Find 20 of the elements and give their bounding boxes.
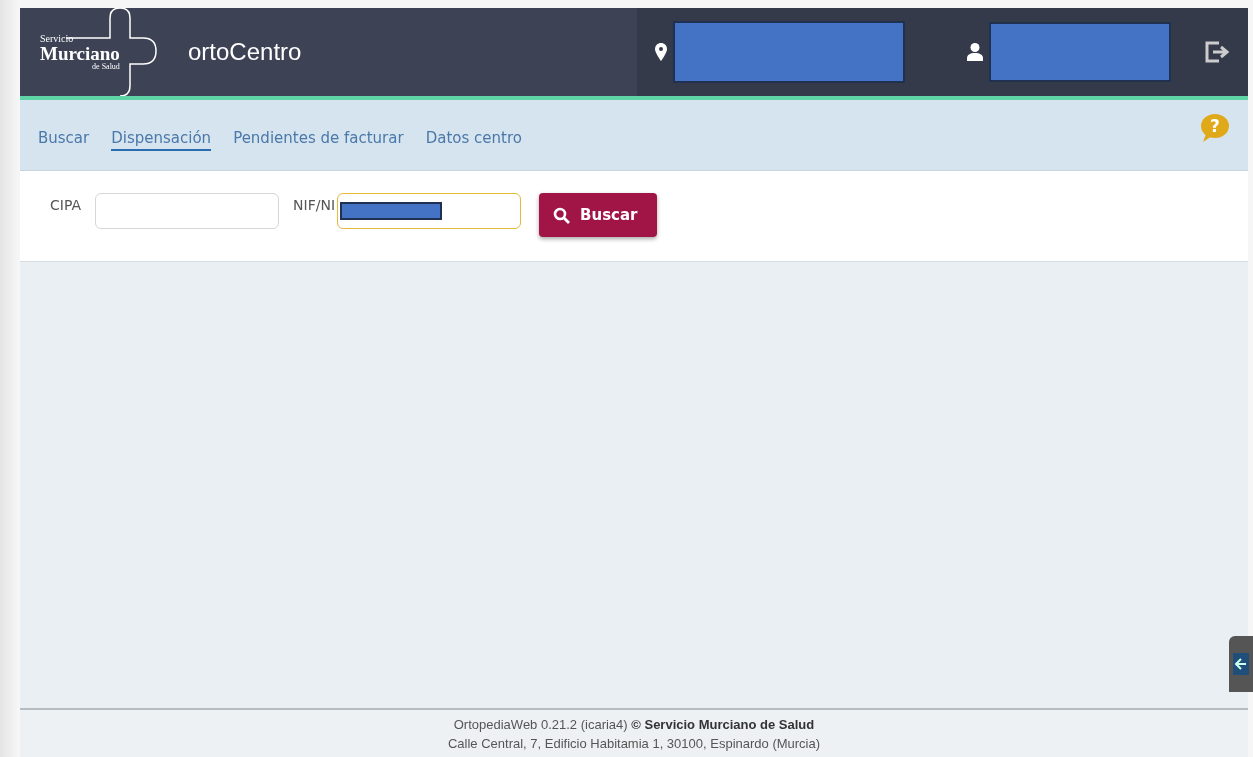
logo-text: Servicio <box>40 34 75 44</box>
field-label: NIF/NI <box>293 197 335 213</box>
footer-address: Calle Central, 7, Edificio Habitamia 1, 30100, Espinardo (Murcia) <box>447 735 821 751</box>
input-field[interactable] <box>337 193 521 229</box>
logo-text: de Salud <box>92 63 120 71</box>
side-tab[interactable] <box>1229 636 1253 692</box>
search-button[interactable]: Buscar <box>539 193 658 237</box>
field-label: CIPA <box>50 197 82 213</box>
app-title: ortoCentro <box>188 38 302 66</box>
nav-tab[interactable]: Pendientes de facturar <box>233 129 404 151</box>
nav-tab[interactable]: Buscar <box>38 129 90 151</box>
footer-text: OrtopediaWeb 0.21.2 (icaria4) © Servicio Murciano de Salud <box>453 716 815 732</box>
logo-text: Murciano <box>40 44 120 63</box>
logout-icon[interactable] <box>1205 41 1231 63</box>
user-icon <box>967 43 983 61</box>
search-icon <box>553 206 570 224</box>
location-pin-icon <box>655 43 667 61</box>
nav-tab[interactable]: Dispensación <box>111 129 212 151</box>
input-field[interactable] <box>95 193 280 229</box>
nav-tab[interactable]: Datos centro <box>425 129 522 151</box>
